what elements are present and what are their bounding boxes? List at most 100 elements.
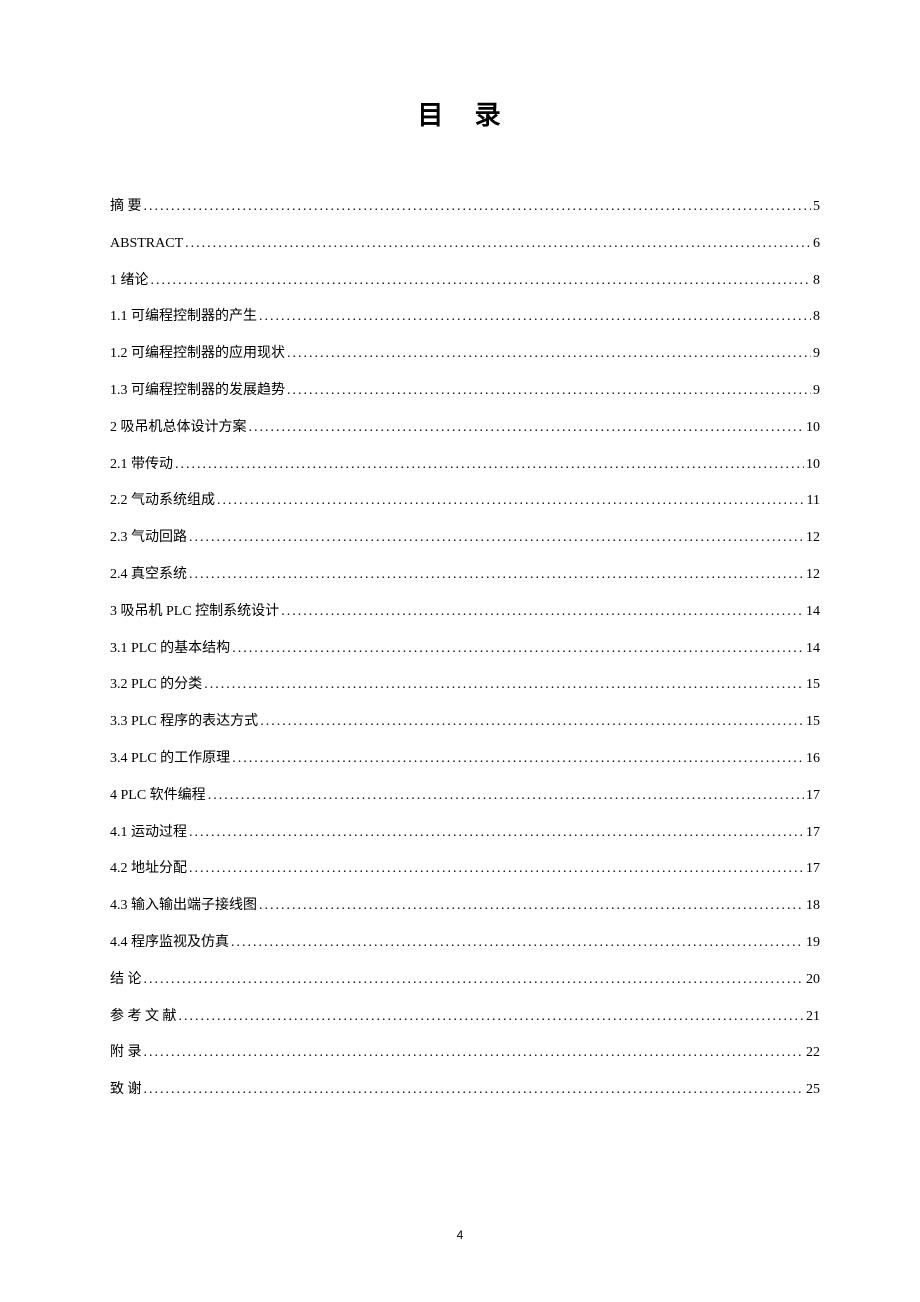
toc-entry-label: 2.3 气动回路 xyxy=(110,523,187,554)
toc-entry-page: 14 xyxy=(806,597,820,628)
toc-entry-page: 6 xyxy=(813,229,820,260)
toc-dots xyxy=(287,339,811,370)
toc-entry-label: 1 绪论 xyxy=(110,266,149,297)
toc-entry-page: 25 xyxy=(806,1075,820,1106)
toc-entry-page: 15 xyxy=(806,670,820,701)
toc-dots xyxy=(260,707,804,738)
toc-entry-page: 10 xyxy=(806,450,820,481)
toc-entry-label: 2.4 真空系统 xyxy=(110,560,187,591)
toc-entry: 4.1 运动过程 17 xyxy=(110,818,820,849)
toc-entry: 1.1 可编程控制器的产生 8 xyxy=(110,302,820,333)
toc-entry-label: 3 吸吊机 PLC 控制系统设计 xyxy=(110,597,279,628)
toc-entry: 2.1 带传动 10 xyxy=(110,450,820,481)
toc-dots xyxy=(231,928,804,959)
toc-entry-page: 17 xyxy=(806,854,820,885)
toc-dots xyxy=(175,450,804,481)
toc-entry-label: 4.3 输入输出端子接线图 xyxy=(110,891,257,922)
toc-entry-label: 致 谢 xyxy=(110,1075,142,1106)
toc-entry: 4.3 输入输出端子接线图 18 xyxy=(110,891,820,922)
toc-entry-page: 5 xyxy=(813,192,820,223)
toc-entry-label: 4 PLC 软件编程 xyxy=(110,781,206,812)
toc-entry: ABSTRACT 6 xyxy=(110,229,820,260)
toc-entry-page: 15 xyxy=(806,707,820,738)
toc-entry-label: 1.2 可编程控制器的应用现状 xyxy=(110,339,285,370)
toc-entry-page: 22 xyxy=(806,1038,820,1069)
toc-entry: 1 绪论 8 xyxy=(110,266,820,297)
toc-entry-page: 21 xyxy=(806,1002,820,1033)
toc-entry-label: 4.1 运动过程 xyxy=(110,818,187,849)
toc-entry: 1.2 可编程控制器的应用现状 9 xyxy=(110,339,820,370)
toc-dots xyxy=(144,1038,805,1069)
toc-dots xyxy=(259,891,804,922)
toc-entry: 3 吸吊机 PLC 控制系统设计 14 xyxy=(110,597,820,628)
toc-entry-page: 18 xyxy=(806,891,820,922)
toc-entry-label: 参 考 文 献 xyxy=(110,1002,177,1033)
toc-dots xyxy=(232,744,804,775)
toc-entry: 结 论 20 xyxy=(110,965,820,996)
document-page: 目 录 摘 要 5 ABSTRACT 6 1 绪论 8 1.1 可编程控制器的产生 8 1.2 … xyxy=(0,0,920,1106)
toc-entry-label: 3.4 PLC 的工作原理 xyxy=(110,744,230,775)
toc-dots xyxy=(217,486,805,517)
toc-entry-page: 12 xyxy=(806,560,820,591)
toc-entry: 2.3 气动回路 12 xyxy=(110,523,820,554)
toc-dots xyxy=(144,965,805,996)
toc-entry-page: 11 xyxy=(807,486,820,517)
toc-entry-page: 19 xyxy=(806,928,820,959)
toc-dots xyxy=(287,376,811,407)
toc-entry-label: 2 吸吊机总体设计方案 xyxy=(110,413,247,444)
toc-dots xyxy=(189,560,804,591)
toc-entry-page: 14 xyxy=(806,634,820,665)
toc-entry-label: ABSTRACT xyxy=(110,229,183,260)
toc-entry-page: 10 xyxy=(806,413,820,444)
toc-entry: 3.1 PLC 的基本结构 14 xyxy=(110,634,820,665)
toc-entry-page: 12 xyxy=(806,523,820,554)
toc-dots xyxy=(179,1002,805,1033)
toc-entry: 2.2 气动系统组成 11 xyxy=(110,486,820,517)
toc-title: 目 录 xyxy=(110,95,820,132)
toc-dots xyxy=(144,192,812,223)
toc-entry-label: 3.2 PLC 的分类 xyxy=(110,670,202,701)
toc-entry-page: 8 xyxy=(813,266,820,297)
toc-dots xyxy=(189,818,804,849)
toc-dots xyxy=(185,229,811,260)
toc-entry-label: 4.2 地址分配 xyxy=(110,854,187,885)
toc-entry: 2 吸吊机总体设计方案 10 xyxy=(110,413,820,444)
toc-entry-label: 附 录 xyxy=(110,1038,142,1069)
toc-dots xyxy=(204,670,804,701)
toc-entry-label: 2.1 带传动 xyxy=(110,450,173,481)
toc-entry-label: 结 论 xyxy=(110,965,142,996)
toc-entry: 2.4 真空系统 12 xyxy=(110,560,820,591)
toc-entry: 4.2 地址分配 17 xyxy=(110,854,820,885)
toc-entry-label: 2.2 气动系统组成 xyxy=(110,486,215,517)
page-number: 4 xyxy=(0,1228,920,1242)
toc-dots xyxy=(259,302,811,333)
toc-entry-page: 16 xyxy=(806,744,820,775)
toc-entry: 参 考 文 献 21 xyxy=(110,1002,820,1033)
toc-dots xyxy=(151,266,812,297)
toc-entry-page: 9 xyxy=(813,339,820,370)
toc-entry-label: 1.1 可编程控制器的产生 xyxy=(110,302,257,333)
toc-entry: 3.2 PLC 的分类 15 xyxy=(110,670,820,701)
toc-entry-label: 3.3 PLC 程序的表达方式 xyxy=(110,707,258,738)
toc-entry-page: 8 xyxy=(813,302,820,333)
toc-dots xyxy=(249,413,805,444)
toc-entry: 4 PLC 软件编程 17 xyxy=(110,781,820,812)
toc-dots xyxy=(189,523,804,554)
toc-entry: 3.3 PLC 程序的表达方式 15 xyxy=(110,707,820,738)
toc-dots xyxy=(281,597,804,628)
toc-entry: 致 谢 25 xyxy=(110,1075,820,1106)
table-of-contents: 摘 要 5 ABSTRACT 6 1 绪论 8 1.1 可编程控制器的产生 8 1.2 可编程控… xyxy=(110,192,820,1106)
toc-entry-page: 9 xyxy=(813,376,820,407)
toc-entry: 3.4 PLC 的工作原理 16 xyxy=(110,744,820,775)
toc-entry: 1.3 可编程控制器的发展趋势 9 xyxy=(110,376,820,407)
toc-dots xyxy=(208,781,804,812)
toc-dots xyxy=(232,634,804,665)
toc-entry-label: 3.1 PLC 的基本结构 xyxy=(110,634,230,665)
toc-entry: 附 录 22 xyxy=(110,1038,820,1069)
toc-entry-page: 20 xyxy=(806,965,820,996)
toc-entry-page: 17 xyxy=(806,781,820,812)
toc-entry-label: 1.3 可编程控制器的发展趋势 xyxy=(110,376,285,407)
toc-entry-page: 17 xyxy=(806,818,820,849)
toc-entry-label: 摘 要 xyxy=(110,192,142,223)
toc-entry-label: 4.4 程序监视及仿真 xyxy=(110,928,229,959)
